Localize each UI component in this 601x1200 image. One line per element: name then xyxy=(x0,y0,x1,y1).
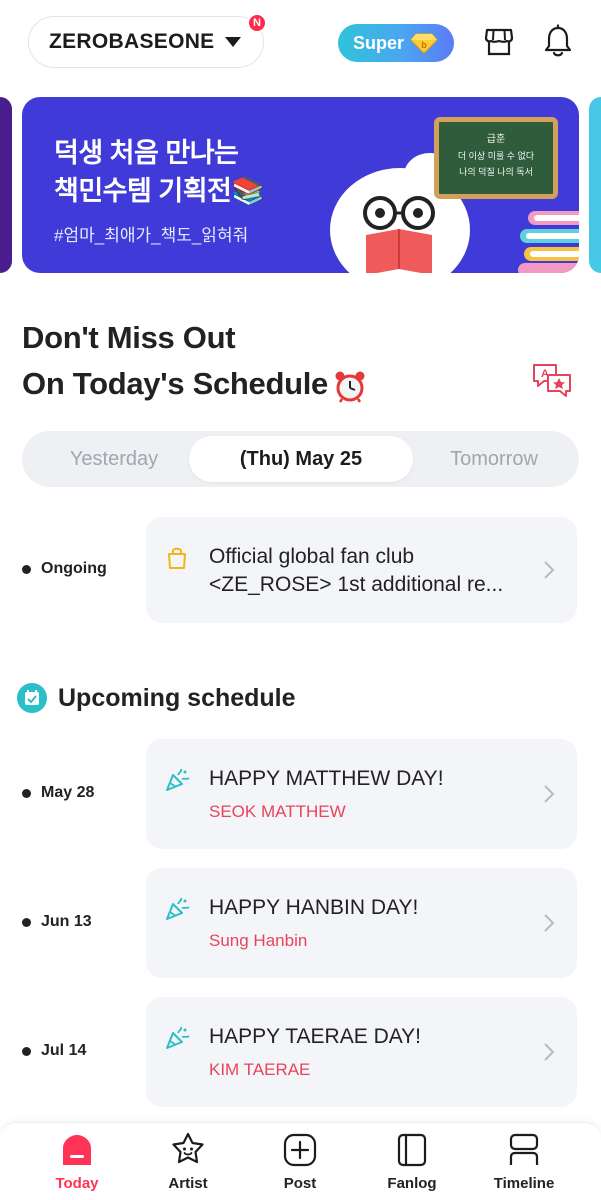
tab-yesterday[interactable]: Yesterday xyxy=(34,431,194,487)
bottom-navigation: Today Artist Post Fanlog Timeline xyxy=(0,1122,601,1200)
bell-icon[interactable] xyxy=(542,24,574,58)
schedule-title: Don't Miss Out On Today's Schedule xyxy=(22,315,368,407)
upcoming-card-2[interactable]: HAPPY HANBIN DAY! Sung Hanbin xyxy=(146,868,577,978)
translate-icon[interactable]: A xyxy=(530,361,574,397)
chalk-text-3: 나의 덕질 나의 독서 xyxy=(459,167,533,177)
chalkboard-illustration: 급훈 더 이상 미룰 수 없다 나의 덕질 나의 독서 xyxy=(434,117,558,199)
upcoming-date-text: May 28 xyxy=(41,784,95,801)
promo-banner[interactable]: 덕생 처음 만나는 책민수템 기획전📚 #엄마_최애가_책도_읽혀줘 급훈 더 … xyxy=(22,97,579,273)
group-name: ZEROBASEONE xyxy=(49,30,215,53)
upcoming-date-text: Jun 13 xyxy=(41,913,92,930)
upcoming-date-text: Jul 14 xyxy=(41,1042,87,1059)
plus-square-icon xyxy=(283,1133,317,1167)
upcoming-title: HAPPY TAERAE DAY! xyxy=(209,1025,422,1048)
chevron-right-icon xyxy=(544,561,555,579)
upcoming-heading-text: Upcoming schedule xyxy=(58,683,296,712)
chevron-right-icon xyxy=(544,785,555,803)
previous-banner-peek[interactable] xyxy=(0,97,12,273)
tab-tomorrow[interactable]: Tomorrow xyxy=(414,431,574,487)
gem-icon: b xyxy=(410,33,438,54)
nav-label-today: Today xyxy=(55,1175,99,1192)
upcoming-card-1[interactable]: HAPPY MATTHEW DAY! SEOK MATTHEW xyxy=(146,739,577,849)
caret-down-icon xyxy=(224,37,241,47)
upcoming-title: HAPPY HANBIN DAY! xyxy=(209,896,419,919)
banner-headline-1: 덕생 처음 만나는 xyxy=(54,138,239,168)
upcoming-date-1: May 28 xyxy=(22,784,94,802)
upcoming-title: HAPPY MATTHEW DAY! xyxy=(209,767,444,790)
nav-label-artist: Artist xyxy=(168,1175,208,1192)
schedule-title-line-2-wrap: On Today's Schedule xyxy=(22,361,368,407)
banner-headline-2: 책민수템 기획전📚 xyxy=(54,176,265,206)
tab-today-selected[interactable]: (Thu) May 25 xyxy=(189,436,413,482)
upcoming-date-2: Jun 13 xyxy=(22,913,92,931)
timeline-icon xyxy=(509,1133,539,1165)
upcoming-member: SEOK MATTHEW xyxy=(209,802,346,821)
chevron-right-icon xyxy=(544,1043,555,1061)
ongoing-title-line-1: Official global fan club xyxy=(209,545,415,568)
upcoming-card-3[interactable]: HAPPY TAERAE DAY! KIM TAERAE xyxy=(146,997,577,1107)
notification-badge: N xyxy=(247,13,267,33)
svg-text:b: b xyxy=(421,40,427,50)
nav-label-post: Post xyxy=(283,1175,317,1192)
ongoing-status-label: Ongoing xyxy=(22,560,107,578)
super-button[interactable]: Super b xyxy=(338,24,454,62)
nav-today[interactable]: Today xyxy=(32,1131,122,1197)
nav-artist[interactable]: Artist xyxy=(143,1131,233,1197)
super-label: Super xyxy=(353,32,405,53)
upcoming-member: Sung Hanbin xyxy=(209,931,308,950)
chevron-right-icon xyxy=(544,914,555,932)
chalk-text-2: 더 이상 미룰 수 없다 xyxy=(457,151,535,161)
chalk-text-1: 급훈 xyxy=(486,134,506,145)
banner-hashtag: #엄마_최애가_책도_읽혀줘 xyxy=(54,226,249,245)
nav-timeline[interactable]: Timeline xyxy=(479,1131,569,1197)
shopping-bag-icon xyxy=(168,547,186,569)
store-icon[interactable] xyxy=(483,26,515,58)
bullet-dot xyxy=(22,1046,31,1056)
alarm-clock-icon xyxy=(335,371,365,403)
bullet-dot xyxy=(22,917,31,927)
nav-label-timeline: Timeline xyxy=(493,1175,555,1192)
ongoing-schedule-card[interactable]: Official global fan club <ZE_ROSE> 1st a… xyxy=(146,517,577,623)
nav-post[interactable]: Post xyxy=(255,1131,345,1197)
nav-label-fanlog: Fanlog xyxy=(387,1175,437,1192)
top-header: ZEROBASEONE N Super b xyxy=(0,0,601,90)
ongoing-title-line-2: <ZE_ROSE> 1st additional re... xyxy=(209,573,504,596)
bullet-dot xyxy=(22,788,31,798)
upcoming-member: KIM TAERAE xyxy=(209,1060,311,1079)
home-icon xyxy=(63,1135,91,1165)
calendar-check-icon xyxy=(17,683,47,713)
book-stack-illustration xyxy=(518,211,579,273)
upcoming-date-3: Jul 14 xyxy=(22,1042,86,1060)
book-icon xyxy=(397,1133,427,1167)
star-face-icon xyxy=(172,1132,204,1164)
group-selector[interactable]: ZEROBASEONE xyxy=(28,16,264,68)
upcoming-heading: Upcoming schedule xyxy=(17,683,296,713)
party-popper-icon xyxy=(166,1026,190,1049)
nav-fanlog[interactable]: Fanlog xyxy=(367,1131,457,1197)
ongoing-label-text: Ongoing xyxy=(41,560,107,577)
schedule-title-line-2: On Today's Schedule xyxy=(22,366,328,401)
next-banner-peek[interactable] xyxy=(589,97,601,273)
day-tab-bar: Yesterday (Thu) May 25 Tomorrow xyxy=(22,431,579,487)
party-popper-icon xyxy=(166,768,190,791)
party-popper-icon xyxy=(166,897,190,920)
schedule-title-line-1: Don't Miss Out xyxy=(22,320,236,355)
bullet-dot xyxy=(22,564,31,574)
